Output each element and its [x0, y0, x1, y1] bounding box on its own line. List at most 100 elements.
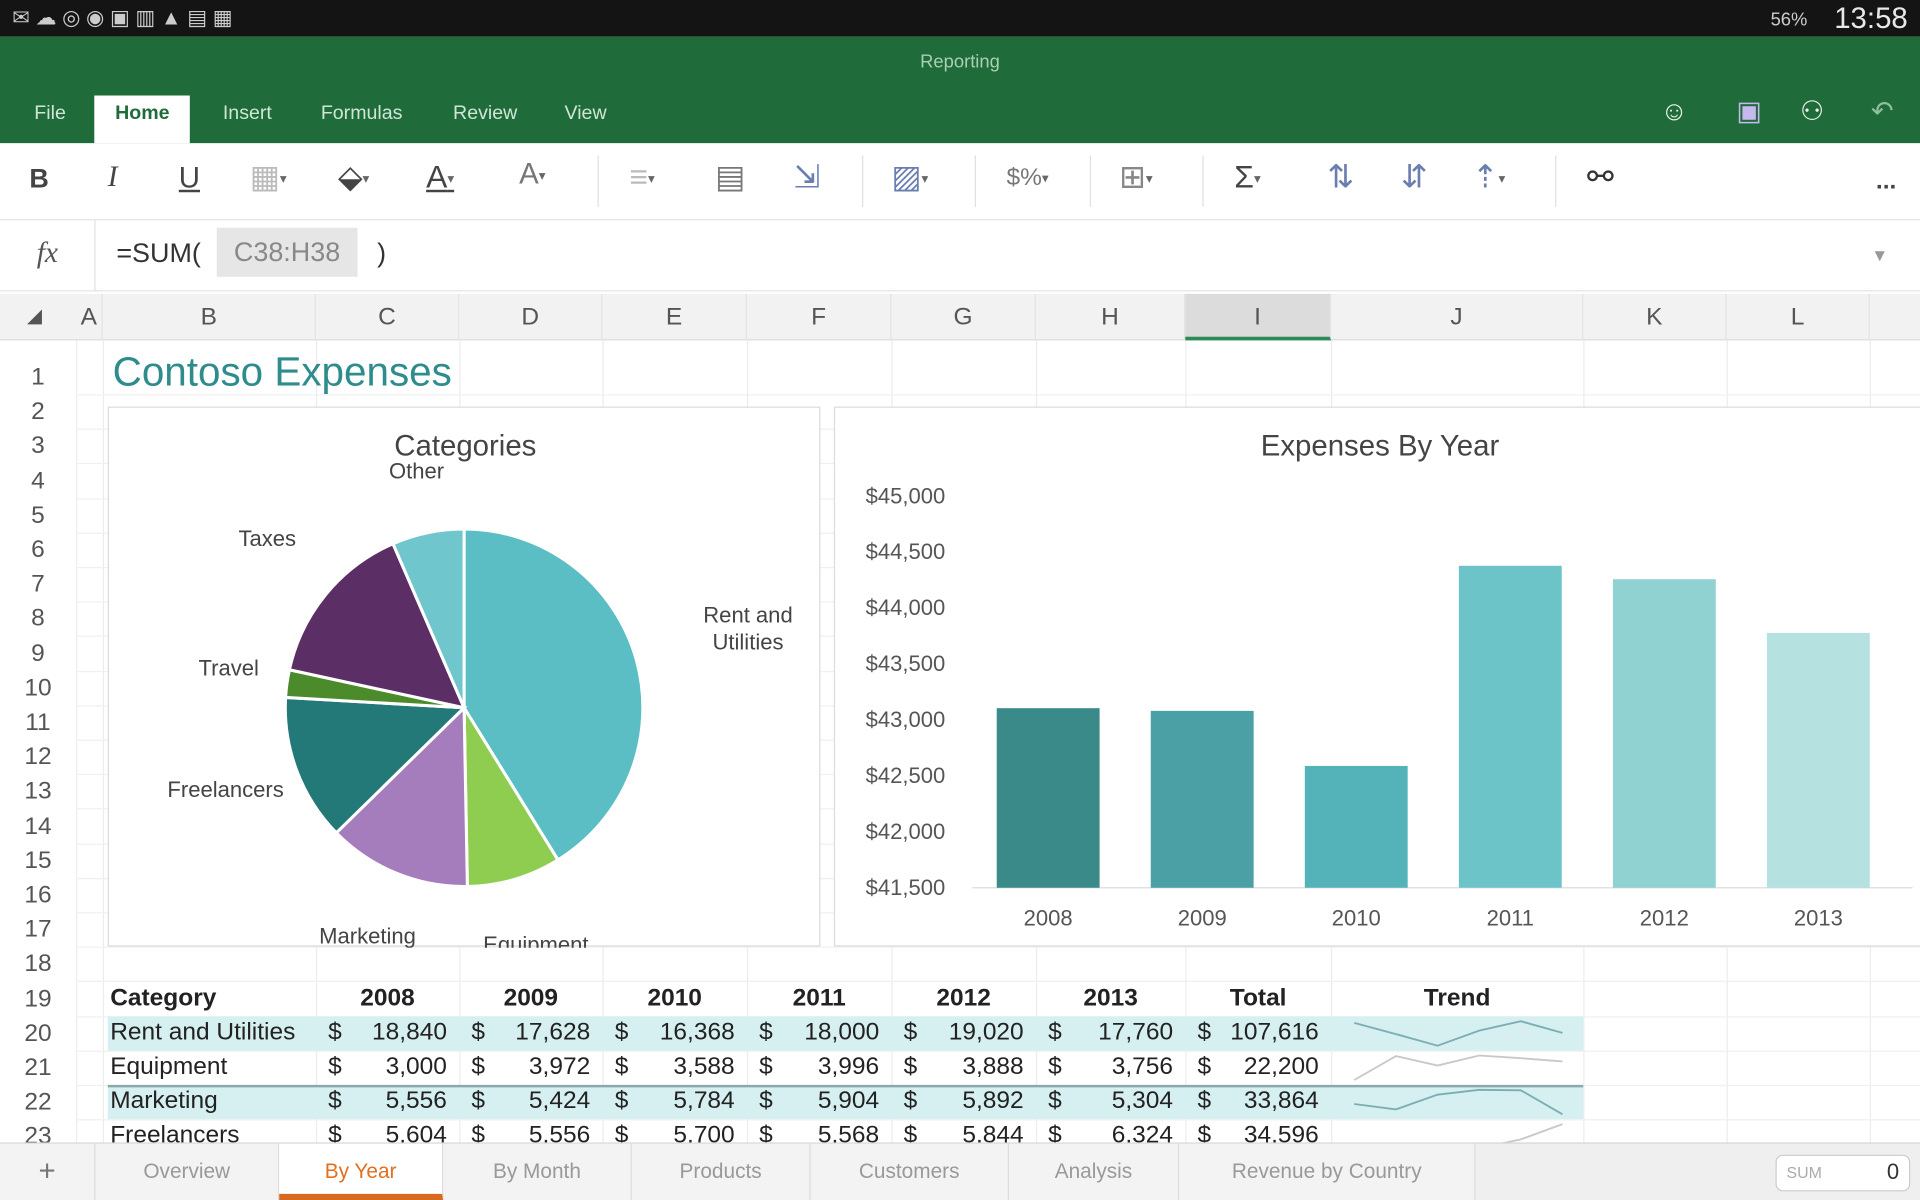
merge-icon[interactable]: ▤	[715, 158, 745, 196]
pie-chart-panel[interactable]: Categories Rent and Utilities Equipment Mar…	[107, 406, 821, 948]
value-cell[interactable]: 5,892	[891, 1088, 1023, 1116]
select-all-icon[interactable]: ◢	[27, 304, 42, 328]
value-cell[interactable]: 5,424	[459, 1088, 590, 1116]
tab-review[interactable]: Review	[448, 96, 522, 144]
undo-icon[interactable]: ↶	[1871, 96, 1894, 128]
sheet-tab-by-month[interactable]: By Month	[443, 1143, 632, 1200]
value-cell[interactable]: 3,996	[747, 1053, 879, 1081]
row-header-14[interactable]: 14	[0, 813, 76, 841]
value-cell[interactable]: 3,972	[459, 1053, 590, 1081]
sheet-tab-products[interactable]: Products	[631, 1143, 811, 1200]
tab-view[interactable]: View	[560, 96, 612, 144]
row-header-10[interactable]: 10	[0, 674, 76, 702]
value-cell[interactable]: 19,020	[891, 1019, 1024, 1047]
add-sheet-button[interactable]: +	[0, 1143, 96, 1200]
row-header-2[interactable]: 2	[0, 398, 76, 426]
save-icon[interactable]: ▣	[1736, 96, 1761, 128]
column-header-g[interactable]: G	[891, 293, 1036, 341]
sheet-tab-customers[interactable]: Customers	[810, 1143, 1009, 1200]
row-header-18[interactable]: 18	[0, 951, 76, 979]
row-header-12[interactable]: 12	[0, 743, 76, 771]
sort-ascending-icon[interactable]: ⇅	[1327, 158, 1354, 196]
column-header-k[interactable]: K	[1583, 293, 1727, 341]
value-cell[interactable]: 5,556	[316, 1088, 447, 1116]
value-cell[interactable]: 3,588	[602, 1053, 734, 1081]
row-header-13[interactable]: 13	[0, 778, 76, 806]
category-cell[interactable]: Marketing	[110, 1088, 218, 1116]
column-header-e[interactable]: E	[602, 293, 747, 341]
row-header-16[interactable]: 16	[0, 882, 76, 910]
row-header-11[interactable]: 11	[0, 709, 76, 737]
underline-button[interactable]: U	[179, 162, 200, 196]
formula-range-ref[interactable]: C38:H38	[216, 227, 358, 277]
category-cell[interactable]: Equipment	[110, 1053, 227, 1081]
value-cell[interactable]: 3,888	[891, 1053, 1023, 1081]
status-sum-box[interactable]: SUM 0	[1775, 1154, 1911, 1192]
value-cell[interactable]: 3,756	[1036, 1053, 1173, 1081]
tab-formulas[interactable]: Formulas	[316, 96, 407, 144]
filter-icon[interactable]: ⇡▾	[1472, 158, 1505, 196]
row-header-15[interactable]: 15	[0, 847, 76, 875]
value-cell[interactable]: 5,784	[602, 1088, 734, 1116]
row-header-1[interactable]: 1	[0, 364, 76, 392]
column-header-c[interactable]: C	[316, 293, 460, 341]
row-header-5[interactable]: 5	[0, 502, 76, 530]
total-cell[interactable]: 33,864	[1185, 1088, 1319, 1116]
value-cell[interactable]: 16,368	[602, 1019, 735, 1047]
tab-file[interactable]: File	[29, 96, 70, 144]
row-header-9[interactable]: 9	[0, 640, 76, 668]
sheet-title[interactable]: Contoso Expenses	[113, 349, 452, 396]
sort-descending-icon[interactable]: ⇵	[1401, 158, 1428, 196]
row-header-6[interactable]: 6	[0, 536, 76, 564]
value-cell[interactable]: 3,000	[316, 1053, 447, 1081]
cell-styles-icon[interactable]: ▨▾	[891, 158, 928, 196]
share-icon[interactable]: ⚇	[1800, 96, 1824, 128]
wrap-text-icon[interactable]: ⇲	[793, 158, 820, 196]
value-cell[interactable]: 5,904	[747, 1088, 879, 1116]
expand-formula-icon[interactable]: ▼	[1871, 245, 1888, 265]
row-header-3[interactable]: 3	[0, 433, 76, 461]
row-header-8[interactable]: 8	[0, 605, 76, 633]
smiley-icon[interactable]: ☺	[1660, 96, 1688, 128]
tab-insert[interactable]: Insert	[218, 96, 277, 144]
category-cell[interactable]: Rent and Utilities	[110, 1019, 295, 1047]
formula-suffix[interactable]: )	[377, 238, 386, 270]
row-header-19[interactable]: 19	[0, 985, 76, 1013]
row-header-7[interactable]: 7	[0, 571, 76, 599]
insert-cells-icon[interactable]: ⊞▾	[1119, 158, 1152, 196]
number-format-icon[interactable]: $%▾	[1007, 164, 1049, 192]
font-size-icon[interactable]: A▾	[519, 158, 545, 192]
column-header-i[interactable]: I	[1185, 293, 1332, 341]
fill-color-icon[interactable]: ⬙▾	[338, 158, 369, 196]
bar-chart-panel[interactable]: Expenses By Year $41,500 $42,000 $42,500 $4…	[833, 406, 1920, 947]
row-header-20[interactable]: 20	[0, 1020, 76, 1048]
sheet-tab-revenue-by-country[interactable]: Revenue by Country	[1179, 1143, 1476, 1200]
tab-home[interactable]: Home	[94, 95, 191, 144]
row-header-17[interactable]: 17	[0, 916, 76, 944]
font-color-icon[interactable]: A▾	[426, 158, 454, 196]
sheet-tab-by-year[interactable]: By Year	[279, 1143, 444, 1200]
value-cell[interactable]: 5,304	[1036, 1088, 1173, 1116]
autosum-button[interactable]: Σ▾	[1234, 158, 1260, 196]
sheet-tab-analysis[interactable]: Analysis	[1008, 1143, 1180, 1200]
row-header-22[interactable]: 22	[0, 1089, 76, 1117]
column-header-b[interactable]: B	[103, 293, 316, 341]
column-header-f[interactable]: F	[747, 293, 892, 341]
column-header-a[interactable]: A	[76, 293, 103, 341]
total-cell[interactable]: 107,616	[1185, 1019, 1319, 1047]
column-header-d[interactable]: D	[459, 293, 603, 341]
row-header-4[interactable]: 4	[0, 467, 76, 495]
italic-button[interactable]: I	[108, 162, 118, 195]
bold-button[interactable]: B	[29, 163, 48, 195]
formula-prefix[interactable]: =SUM(	[116, 238, 201, 270]
value-cell[interactable]: 18,000	[747, 1019, 879, 1047]
sheet-tab-overview[interactable]: Overview	[95, 1143, 280, 1200]
row-header-21[interactable]: 21	[0, 1054, 76, 1082]
more-button[interactable]: ...	[1876, 168, 1896, 196]
column-header-h[interactable]: H	[1036, 293, 1186, 341]
find-icon[interactable]: ⚯	[1587, 158, 1614, 196]
value-cell[interactable]: 17,760	[1036, 1019, 1173, 1047]
borders-icon[interactable]: ▦▾	[250, 158, 287, 196]
column-header-l[interactable]: L	[1727, 293, 1870, 341]
total-cell[interactable]: 22,200	[1185, 1053, 1319, 1081]
